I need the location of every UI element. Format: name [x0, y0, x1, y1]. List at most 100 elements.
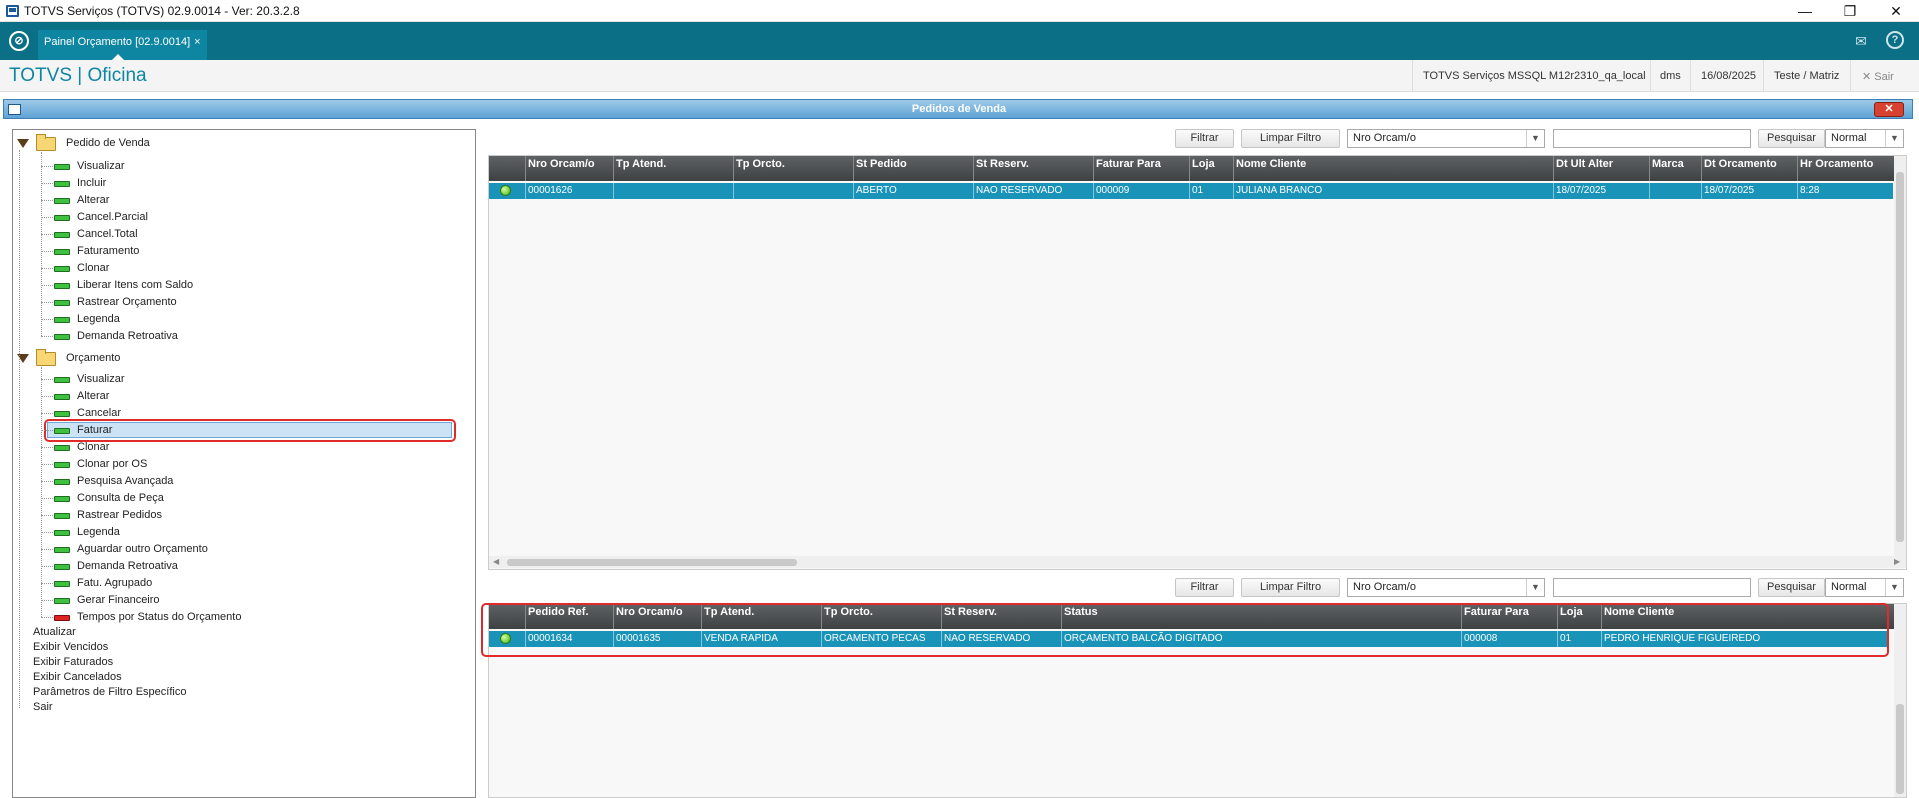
tree-item-orcamento-10[interactable]: Aguardar outro Orçamento [77, 542, 208, 557]
tree-folder-orcamento[interactable]: Orçamento [66, 351, 120, 366]
top-limpar-filtro-button[interactable]: Limpar Filtro [1241, 129, 1340, 148]
bottom-limpar-filtro-button[interactable]: Limpar Filtro [1241, 578, 1340, 597]
expand-triangle-icon[interactable] [17, 139, 29, 148]
item-icon [54, 581, 70, 587]
top-grid-col-6[interactable]: Loja [1189, 156, 1233, 181]
tree-item-pedido-6[interactable]: Clonar [77, 261, 109, 276]
tree-root-item-2[interactable]: Exibir Faturados [33, 655, 113, 670]
tree-root-item-5[interactable]: Sair [33, 700, 53, 715]
top-grid-cell[interactable]: ABERTO [853, 183, 973, 199]
tree-item-orcamento-6[interactable]: Pesquisa Avançada [77, 474, 173, 489]
tree-item-pedido-9[interactable]: Legenda [77, 312, 120, 327]
bottom-filtrar-button[interactable]: Filtrar [1175, 578, 1234, 597]
bottom-search-field-select[interactable]: Nro Orcam/o ▼ [1347, 578, 1545, 597]
top-search-input[interactable] [1553, 129, 1751, 148]
top-grid-cell[interactable]: 8:28 [1797, 183, 1893, 199]
tree-item-orcamento-8[interactable]: Rastrear Pedidos [77, 508, 162, 523]
top-grid-col-10[interactable]: Dt Orcamento [1701, 156, 1797, 181]
tree-item-orcamento-13[interactable]: Gerar Financeiro [77, 593, 160, 608]
top-grid-cell[interactable] [613, 183, 733, 199]
bottom-grid-vertical-scrollbar[interactable] [1894, 604, 1906, 797]
tree-item-pedido-3[interactable]: Cancel.Parcial [77, 210, 148, 225]
top-grid-cell[interactable]: 18/07/2025 [1701, 183, 1797, 199]
exit-button[interactable]: ✕ Sair [1862, 70, 1894, 83]
top-grid-col-4[interactable]: St Reserv. [973, 156, 1093, 181]
tree-item-orcamento-11[interactable]: Demanda Retroativa [77, 559, 178, 574]
bottom-search-input[interactable] [1553, 578, 1751, 597]
bottom-pesquisar-button[interactable]: Pesquisar [1758, 578, 1825, 597]
tree-item-pedido-4[interactable]: Cancel.Total [77, 227, 138, 242]
tree-item-orcamento-3[interactable]: Faturar [77, 423, 112, 438]
top-grid-cell[interactable]: NAO RESERVADO [973, 183, 1093, 199]
top-grid-vertical-scrollbar[interactable] [1894, 156, 1906, 556]
top-grid-cell[interactable]: 18/07/2025 [1553, 183, 1649, 199]
tree-item-orcamento-9[interactable]: Legenda [77, 525, 120, 540]
scroll-right-icon[interactable]: ▶ [1894, 557, 1900, 566]
top-mode-select[interactable]: Normal ▼ [1825, 129, 1904, 148]
top-grid-col-1[interactable]: Tp Atend. [613, 156, 733, 181]
header-divider [1850, 60, 1851, 92]
top-grid-col-2[interactable]: Tp Orcto. [733, 156, 853, 181]
tab-painel-orcamento[interactable]: Painel Orçamento [02.9.0014] × [38, 30, 207, 60]
help-icon[interactable]: ? [1886, 31, 1904, 49]
tree-item-pedido-7[interactable]: Liberar Itens com Saldo [77, 278, 193, 293]
top-grid-cell[interactable]: JULIANA BRANCO [1233, 183, 1553, 199]
home-icon[interactable]: ⊘ [9, 31, 29, 51]
tree-root-item-4[interactable]: Parâmetros de Filtro Específico [33, 685, 186, 700]
tree-item-pedido-1[interactable]: Incluir [77, 176, 106, 191]
scroll-left-icon[interactable]: ◀ [493, 557, 499, 566]
top-filtrar-button[interactable]: Filtrar [1175, 129, 1234, 148]
tree-item-orcamento-0[interactable]: Visualizar [77, 372, 125, 387]
scroll-thumb[interactable] [507, 559, 797, 566]
top-grid-col-8[interactable]: Dt Ult Alter [1553, 156, 1649, 181]
scroll-thumb[interactable] [1896, 704, 1904, 794]
tree-item-orcamento-1[interactable]: Alterar [77, 389, 109, 404]
tree-item-orcamento-5[interactable]: Clonar por OS [77, 457, 147, 472]
tree-item-orcamento-12[interactable]: Fatu. Agrupado [77, 576, 152, 591]
top-grid-cell[interactable]: 000009 [1093, 183, 1189, 199]
header-divider [1690, 60, 1691, 92]
top-grid-horizontal-scrollbar[interactable]: ◀ ▶ [489, 556, 1906, 568]
top-grid-col-0[interactable]: Nro Orcam/o [525, 156, 613, 181]
tree-folder-pedido-venda[interactable]: Pedido de Venda [66, 136, 150, 151]
tab-close-icon[interactable]: × [194, 36, 200, 48]
bottom-mode-select[interactable]: Normal ▼ [1825, 578, 1904, 597]
top-grid-cell[interactable] [1649, 183, 1701, 199]
header-divider [1650, 60, 1651, 92]
date-label: 16/08/2025 [1701, 70, 1757, 82]
tree-root-item-0[interactable]: Atualizar [33, 625, 76, 640]
tree-item-pedido-2[interactable]: Alterar [77, 193, 109, 208]
top-grid-cell[interactable] [733, 183, 853, 199]
item-icon [54, 266, 70, 272]
app-header: TOTVS | Oficina TOTVS Serviços MSSQL M12… [0, 60, 1919, 92]
top-grid-col-5[interactable]: Faturar Para [1093, 156, 1189, 181]
top-grid-row[interactable]: 00001626 ABERTO NAO RESERVADO 000009 01 JULIA… [489, 183, 1893, 199]
tree-item-orcamento-7[interactable]: Consulta de Peça [77, 491, 164, 506]
top-search-field-select[interactable]: Nro Orcam/o ▼ [1347, 129, 1545, 148]
top-grid-col-11[interactable]: Hr Orcamento [1797, 156, 1893, 181]
panel-close-button[interactable]: ✕ [1874, 102, 1904, 117]
close-window-button[interactable]: ✕ [1873, 0, 1919, 22]
top-grid-cell[interactable]: 01 [1189, 183, 1233, 199]
item-icon [54, 164, 70, 170]
item-icon [54, 598, 70, 604]
tree-item-pedido-5[interactable]: Faturamento [77, 244, 139, 259]
tree-item-orcamento-4[interactable]: Clonar [77, 440, 109, 455]
top-grid-col-7[interactable]: Nome Cliente [1233, 156, 1553, 181]
scroll-thumb[interactable] [1896, 172, 1904, 542]
top-grid-cell[interactable]: 00001626 [525, 183, 613, 199]
top-grid-col-3[interactable]: St Pedido [853, 156, 973, 181]
restore-button[interactable]: ❐ [1827, 0, 1873, 22]
tree-item-pedido-8[interactable]: Rastrear Orçamento [77, 295, 177, 310]
item-icon [54, 334, 70, 340]
top-pesquisar-button[interactable]: Pesquisar [1758, 129, 1825, 148]
minimize-button[interactable]: — [1782, 0, 1828, 22]
tree-item-pedido-10[interactable]: Demanda Retroativa [77, 329, 178, 344]
tree-root-item-1[interactable]: Exibir Vencidos [33, 640, 108, 655]
tree-item-orcamento-14[interactable]: Tempos por Status do Orçamento [77, 610, 241, 625]
window-title: TOTVS Serviços (TOTVS) 02.9.0014 - Ver: … [24, 4, 300, 18]
mail-icon[interactable]: ✉ [1851, 31, 1871, 51]
top-grid-col-9[interactable]: Marca [1649, 156, 1701, 181]
tree-item-pedido-0[interactable]: Visualizar [77, 159, 125, 174]
tree-root-item-3[interactable]: Exibir Cancelados [33, 670, 122, 685]
